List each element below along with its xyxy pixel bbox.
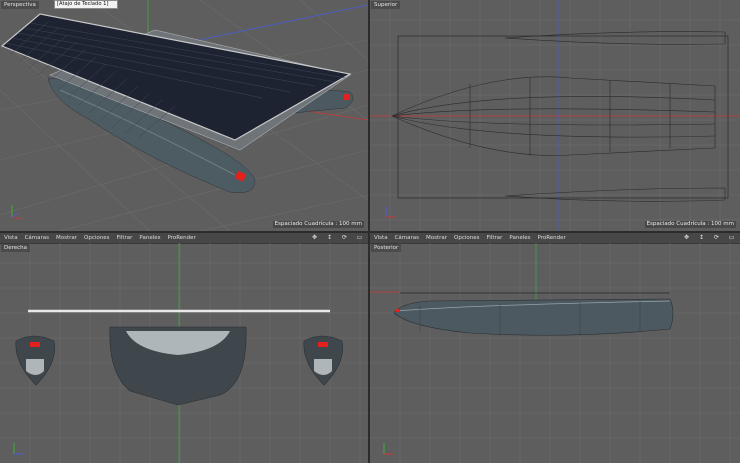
axis-gizmo-icon (383, 443, 394, 455)
menu-camaras[interactable]: Cámaras (25, 235, 49, 241)
axis-gizmo-icon (13, 443, 24, 455)
back-scene (370, 243, 740, 463)
right-scene (0, 243, 368, 463)
tooltip-line2: [Atajo de Teclado 1] (57, 1, 109, 7)
viewport-top[interactable]: Superior Espaciado Cuadrícula : 100 mm (370, 0, 740, 231)
zoom-view-icon[interactable]: ↕ (326, 234, 333, 241)
menu-paneles[interactable]: Paneles (139, 235, 160, 241)
menu-filtrar[interactable]: Filtrar (487, 235, 503, 241)
menu-opciones[interactable]: Opciones (84, 235, 109, 241)
move-view-icon[interactable]: ✥ (311, 234, 318, 241)
axis-gizmo-icon (11, 205, 23, 220)
menu-mostrar[interactable]: Mostrar (56, 235, 77, 241)
viewport-right[interactable]: Vista Cámaras Mostrar Opciones Filtrar P… (0, 233, 368, 463)
maximize-view-icon[interactable]: ▭ (356, 234, 363, 241)
viewport-title[interactable]: Posterior (371, 244, 402, 252)
maximize-view-icon[interactable]: ▭ (728, 234, 735, 241)
rotate-view-icon[interactable]: ⟳ (713, 234, 720, 241)
menu-vista[interactable]: Vista (374, 235, 388, 241)
viewport-perspective[interactable]: Perspectiva [Atajo de Teclado 1] Espacia… (0, 0, 368, 231)
viewport-title[interactable]: Derecha (1, 244, 31, 252)
menu-opciones[interactable]: Opciones (454, 235, 479, 241)
menu-camaras[interactable]: Cámaras (395, 235, 419, 241)
viewport-title[interactable]: Perspectiva (1, 1, 39, 9)
menu-vista[interactable]: Vista (4, 235, 18, 241)
menu-mostrar[interactable]: Mostrar (426, 235, 447, 241)
move-view-icon[interactable]: ✥ (683, 234, 690, 241)
menu-prorender[interactable]: ProRender (167, 235, 195, 241)
perspective-scene (0, 0, 368, 231)
menu-filtrar[interactable]: Filtrar (117, 235, 133, 241)
viewport-back[interactable]: Vista Cámaras Mostrar Opciones Filtrar P… (370, 233, 740, 463)
zoom-view-icon[interactable]: ↕ (698, 234, 705, 241)
rotate-view-icon[interactable]: ⟳ (341, 234, 348, 241)
grid-spacing-label: Espaciado Cuadrícula : 100 mm (644, 221, 736, 228)
viewport-title[interactable]: Superior (371, 1, 401, 9)
axis-gizmo-icon (385, 206, 396, 218)
viewport-splitter-horizontal[interactable] (0, 231, 740, 233)
top-scene (370, 0, 740, 231)
view-nav-icons: ✥ ↕ ⟳ ▭ (679, 234, 738, 241)
grid-spacing-label: Espaciado Cuadrícula : 100 mm (272, 221, 364, 228)
view-nav-icons: ✥ ↕ ⟳ ▭ (307, 234, 366, 241)
shortcut-tooltip: [Atajo de Teclado 1] (54, 0, 118, 9)
menu-paneles[interactable]: Paneles (509, 235, 530, 241)
menu-prorender[interactable]: ProRender (537, 235, 565, 241)
